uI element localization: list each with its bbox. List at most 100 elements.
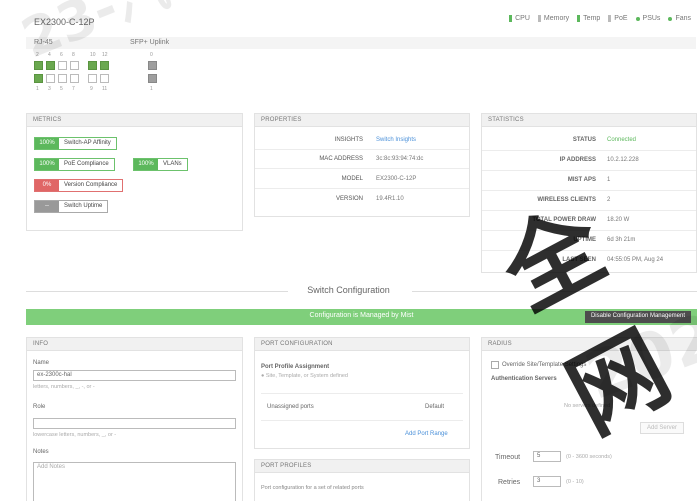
port-5[interactable] (58, 74, 67, 83)
port-profiles-panel: PORT PROFILES Port configuration for a s… (254, 459, 470, 501)
name-hint: letters, numbers, _, -, or - (33, 384, 95, 390)
notes-textarea[interactable]: Add Notes (33, 462, 236, 501)
stat-key: STATUS (572, 137, 596, 143)
port-4[interactable] (46, 61, 55, 70)
property-model: MODEL EX2300-C-12P (255, 176, 417, 182)
port-number: 2 (36, 52, 39, 58)
property-value: 19.4R1.10 (376, 196, 404, 202)
port-6[interactable] (58, 61, 67, 70)
port-profiles-title: PORT PROFILES (255, 460, 469, 473)
info-title: INFO (27, 338, 242, 351)
port-7[interactable] (70, 74, 79, 83)
disable-config-management-button[interactable]: Disable Configuration Management (584, 311, 691, 323)
unassigned-ports-value: Default (425, 404, 445, 410)
port-3[interactable] (46, 74, 55, 83)
metric-pct: 100% (134, 159, 158, 170)
tab-sfp-uplink[interactable]: SFP+ Uplink (130, 39, 169, 46)
property-key: INSIGHTS (334, 137, 363, 143)
metrics-panel: METRICS 100% Switch-AP Affinity 100% PoE… (26, 113, 243, 231)
role-input[interactable] (33, 418, 236, 429)
stat-last-seen: LAST SEEN 04:55:05 PM, Aug 24 (482, 257, 663, 263)
metric-vlans[interactable]: 100% VLANs (133, 158, 188, 171)
properties-panel: PROPERTIES INSIGHTS Switch Insights MAC … (254, 113, 470, 217)
port-number: 1 (150, 86, 153, 92)
port-number: 11 (102, 86, 108, 92)
port-grid: 2 4 6 8 10 12 0 1 3 5 7 9 11 1 (34, 50, 164, 100)
stat-key: TOTAL POWER DRAW (532, 217, 596, 223)
metric-pct: 100% (35, 159, 59, 170)
retries-label: Retries (498, 479, 521, 486)
legend-item-psus: PSUs (635, 15, 661, 22)
override-label: Override Site/Template Settings (502, 362, 587, 368)
timeout-input[interactable]: 5 (533, 451, 561, 462)
stat-value: Connected (607, 137, 637, 143)
metric-switch-ap-affinity[interactable]: 100% Switch-AP Affinity (34, 137, 117, 150)
port-11[interactable] (100, 74, 109, 83)
legend-marker-icon (509, 15, 513, 22)
switch-insights-link[interactable]: Switch Insights (376, 137, 416, 143)
auth-servers-label: Authentication Servers (491, 376, 557, 382)
metric-label: Switch-AP Affinity (64, 140, 111, 146)
unassigned-ports-label: Unassigned ports (267, 404, 314, 410)
add-server-button[interactable]: Add Server (640, 422, 685, 434)
stat-key: IP ADDRESS (559, 157, 596, 163)
no-servers-text: No servers defined (564, 403, 611, 409)
stat-wireless-clients: WIRELESS CLIENTS 2 (482, 197, 610, 203)
metrics-title: METRICS (27, 114, 242, 127)
port-profiles-desc: Port configuration for a set of related … (261, 485, 364, 491)
property-value: EX2300-C-12P (376, 176, 417, 182)
legend-label: PSUs (642, 15, 661, 22)
port-number: 5 (60, 86, 63, 92)
uplink-port-0[interactable] (148, 61, 157, 70)
name-input[interactable]: ex-2300c-hal (33, 370, 236, 381)
metric-version-compliance[interactable]: 0% Version Compliance (34, 179, 124, 192)
port-12[interactable] (100, 61, 109, 70)
stat-value: 6d 3h 21m (607, 237, 636, 243)
port-10[interactable] (88, 61, 97, 70)
stat-value: 04:55:05 PM, Aug 24 (607, 257, 664, 263)
tab-rj45[interactable]: RJ-45 (34, 39, 53, 46)
port-2[interactable] (34, 61, 43, 70)
port-number: 8 (72, 52, 75, 58)
statistics-title: STATISTICS (482, 114, 696, 127)
port-number: 10 (90, 52, 96, 58)
section-title: Switch Configuration (307, 285, 390, 295)
property-key: MODEL (341, 176, 363, 182)
add-port-range-button[interactable]: Add Port Range (405, 431, 448, 437)
device-title: EX2300-C-12P (34, 17, 95, 27)
retries-hint: (0 - 10) (566, 479, 584, 485)
legend-label: Memory (543, 15, 570, 22)
legend-label: PoE (614, 15, 628, 22)
retries-input[interactable]: 3 (533, 476, 561, 487)
timeout-hint: (0 - 3600 seconds) (566, 454, 612, 460)
stat-status: STATUS Connected (482, 137, 636, 143)
stat-mist-aps: MIST APS 1 (482, 177, 610, 183)
metric-pct: 0% (35, 180, 59, 191)
port-8[interactable] (70, 61, 79, 70)
property-insights: INSIGHTS Switch Insights (255, 137, 416, 143)
port-9[interactable] (88, 74, 97, 83)
port-configuration-title: PORT CONFIGURATION (255, 338, 469, 351)
stat-key: LAST SEEN (562, 257, 596, 263)
legend-label: Fans (675, 15, 691, 22)
port-profile-assignment-label: Port Profile Assignment (261, 364, 330, 370)
notes-label: Notes (33, 449, 49, 455)
property-value: 3c:8c:93:94:74:dc (376, 156, 424, 162)
port-number: 4 (48, 52, 51, 58)
name-label: Name (33, 360, 50, 366)
port-configuration-panel: PORT CONFIGURATION Port Profile Assignme… (254, 337, 470, 449)
metric-switch-uptime[interactable]: -- Switch Uptime (34, 200, 109, 213)
port-number: 9 (90, 86, 93, 92)
override-checkbox[interactable] (491, 361, 499, 369)
legend-marker-icon (608, 15, 612, 22)
metric-label: PoE Compliance (64, 161, 109, 167)
stat-value: 18.20 W (607, 217, 630, 223)
legend-marker-icon (635, 16, 640, 21)
legend-marker-icon (577, 15, 581, 22)
uplink-port-1[interactable] (148, 74, 157, 83)
metric-poe-compliance[interactable]: 100% PoE Compliance (34, 158, 115, 171)
legend-item-memory: Memory (537, 15, 570, 22)
port-number: 3 (48, 86, 51, 92)
metric-pct: 100% (35, 138, 59, 149)
port-1[interactable] (34, 74, 43, 83)
